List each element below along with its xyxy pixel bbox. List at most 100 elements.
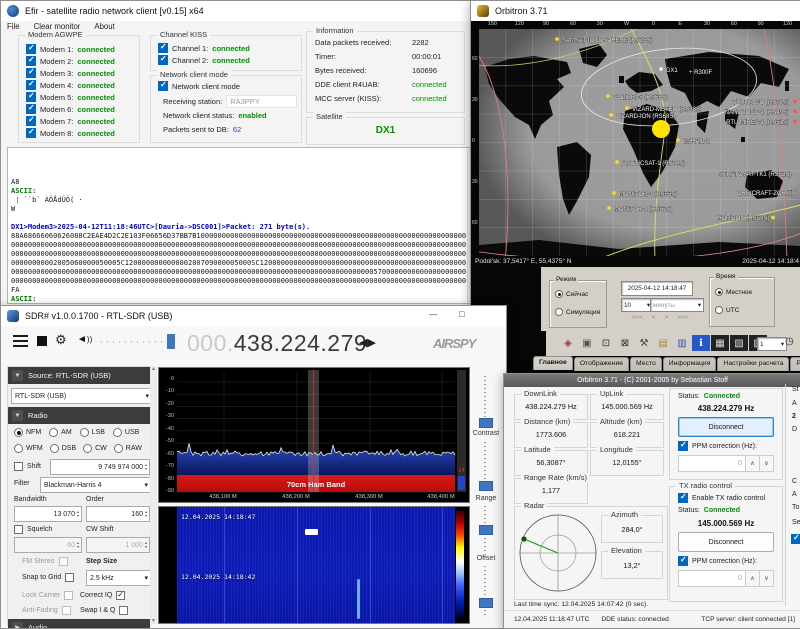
satellite-label[interactable]: VIZARD-METEO (RS38S) xyxy=(632,107,702,113)
modem-checkbox[interactable] xyxy=(26,56,36,66)
spin-up-icon[interactable]: ∧ xyxy=(746,570,760,587)
satellite-dot[interactable] xyxy=(555,37,559,41)
spinner-arrows-icon[interactable]: ▴▾ xyxy=(77,510,79,518)
clock-icon[interactable]: ◷ xyxy=(785,336,794,347)
demod-mode-radio[interactable]: RAW xyxy=(114,444,142,453)
tx-disconnect-button[interactable]: Disconnect xyxy=(678,532,774,552)
packet-monitor[interactable]: A8ASCII: ¦ ``b` ÀÓÅdÚÓ( ·W DX1>Modem3>20… xyxy=(7,147,472,304)
map-toolbar-icon[interactable]: ▧ xyxy=(730,335,748,351)
frequency-step-arrows[interactable]: ◀▶ xyxy=(359,336,376,349)
swap-iq-checkbox[interactable] xyxy=(119,606,128,615)
orbitron-titlebar[interactable]: Orbitron 3.71 xyxy=(471,1,800,21)
spectrum-display[interactable]: 70cm Ham Band 14 xyxy=(158,367,470,503)
anti-fading-checkbox[interactable] xyxy=(62,606,71,615)
satellite-label[interactable]: SAMSAT-IONOSPHERE (RS25S) xyxy=(562,38,653,44)
satellite-dot[interactable] xyxy=(793,100,797,104)
orbitron-tab[interactable]: Отображение xyxy=(574,357,629,371)
stop-button[interactable] xyxy=(37,336,47,346)
correct-iq-checkbox[interactable] xyxy=(116,591,125,600)
demod-mode-radio[interactable]: USB xyxy=(113,428,139,437)
map-toolbar-icon[interactable]: ◈ xyxy=(559,335,577,351)
tx-enable-checkbox[interactable] xyxy=(678,493,688,503)
receiving-station-input[interactable]: RA3PPY xyxy=(226,95,297,108)
time-nav-arrows[interactable]: <<< < > >>> xyxy=(621,314,699,321)
satellite-dot[interactable] xyxy=(771,216,775,220)
map-toolbar-icon[interactable]: ℹ xyxy=(692,335,710,351)
orbitron-tab[interactable]: Информация xyxy=(663,357,717,371)
modem-checkbox[interactable] xyxy=(26,68,36,78)
squelch-checkbox[interactable] xyxy=(14,525,23,534)
frequency-display[interactable]: 000.438.224.279 xyxy=(187,330,367,357)
satellite-dot[interactable] xyxy=(615,160,619,164)
orbitron-tab[interactable]: Главное xyxy=(533,356,573,370)
satellite-dot[interactable] xyxy=(793,110,797,114)
modem-checkbox[interactable] xyxy=(26,80,36,90)
cwshift-field[interactable]: 1 000▴▾ xyxy=(86,537,150,553)
shift-checkbox[interactable] xyxy=(14,462,23,471)
shift-field[interactable]: 9 749 974 000▴▾ xyxy=(50,459,150,475)
spinner-arrows-icon[interactable]: ▴▾ xyxy=(145,541,147,549)
demod-mode-radio[interactable]: LSB xyxy=(80,428,105,437)
scroll-up-icon[interactable]: ▲ xyxy=(150,366,157,372)
satellite-dot-dx1[interactable] xyxy=(660,68,663,71)
rx-ppm-spinner[interactable]: 0 ∧ ∨ xyxy=(678,455,774,472)
channel-checkbox[interactable] xyxy=(158,55,168,65)
mode-sim-radio[interactable]: Симуляция xyxy=(555,308,600,316)
menu-item[interactable]: File xyxy=(7,22,20,31)
speaker-icon[interactable]: ◄)) xyxy=(77,334,92,345)
satellite-dot[interactable] xyxy=(612,191,616,195)
panel-scrollbar[interactable]: ▲ ▼ xyxy=(150,366,157,624)
satellite-label[interactable]: MONITOR-4 (RS57S) xyxy=(614,207,672,213)
spin-down-icon[interactable]: ∨ xyxy=(760,455,774,472)
source-combo[interactable]: RTL-SDR (USB)▾ xyxy=(11,388,153,404)
satellite-label[interactable]: ESHAIL-2 xyxy=(683,139,710,145)
mode-now-radio[interactable]: Сейчас xyxy=(555,290,588,298)
step-value-combo[interactable]: 10▾ xyxy=(621,298,653,312)
lock-carrier-checkbox[interactable] xyxy=(64,591,73,600)
map-toolbar-icon[interactable]: ▦ xyxy=(711,335,729,351)
modem-checkbox[interactable] xyxy=(26,116,36,126)
satellite-dot[interactable] xyxy=(793,120,797,124)
map-toolbar-icon[interactable]: ▤ xyxy=(654,335,672,351)
modem-checkbox[interactable] xyxy=(26,92,36,102)
satellite-label[interactable]: RTU MIREA-1 (RS51S) xyxy=(726,120,789,126)
order-field[interactable]: 160▴▾ xyxy=(86,506,150,522)
spinner-arrows-icon[interactable]: ▴▾ xyxy=(145,510,147,518)
waterfall-display[interactable]: 12.04.2025 14:18:47 12.04.2025 14:18:42 xyxy=(158,506,470,624)
time-local-radio[interactable]: Местное xyxy=(715,288,752,296)
frequency-value[interactable]: 438.224.279 xyxy=(234,330,367,356)
satellite-label[interactable]: ORBICRAFT-ZORKIY xyxy=(737,191,796,197)
satellite-label[interactable]: DX1 xyxy=(666,68,678,74)
orbitron-tab[interactable]: Расчет xyxy=(790,357,800,371)
map-toolbar-icon[interactable]: ⊡ xyxy=(597,335,615,351)
rotor-titlebar[interactable]: Orbitron 3.71 - (C) 2001-2005 by Sebasti… xyxy=(504,374,800,387)
satellite-label[interactable]: VIZARD-ION (RS68S) xyxy=(616,114,675,120)
demod-mode-radio[interactable]: CW xyxy=(83,444,107,453)
settings-gear-icon[interactable]: ⚙ xyxy=(55,332,67,348)
scroll-down-icon[interactable]: ▼ xyxy=(150,618,157,624)
minimize-button[interactable]: — xyxy=(429,310,437,319)
offset-slider-handle[interactable] xyxy=(479,598,493,608)
tx-ppm-spinner[interactable]: 0 ∧ ∨ xyxy=(678,570,774,587)
satellite-dot[interactable] xyxy=(609,113,613,117)
modem-checkbox[interactable] xyxy=(26,128,36,138)
rx-ppm-checkbox[interactable] xyxy=(678,441,688,451)
satellite-label[interactable]: NANOZOND-1 (RS49S) xyxy=(725,110,789,116)
fm-stereo-checkbox[interactable] xyxy=(59,557,68,566)
squelch-field[interactable]: 60▴▾ xyxy=(14,537,82,553)
satellite-label[interactable]: STRATOSAT-TK1 (RS52S) xyxy=(719,172,791,178)
orbitron-tab[interactable]: Настройки расчета xyxy=(717,357,789,371)
menu-icon[interactable] xyxy=(13,335,28,347)
channel-checkbox[interactable] xyxy=(158,43,168,53)
satellite-dot[interactable] xyxy=(606,94,610,98)
map-toolbar-icon[interactable]: ▥ xyxy=(673,335,691,351)
snap-checkbox[interactable] xyxy=(65,573,74,582)
satellite-label[interactable]: COLIBRI-S (RS65S) xyxy=(613,95,668,101)
network-mode-checkbox[interactable] xyxy=(158,81,168,91)
satellite-label[interactable]: TUSUR GO (RS78S) xyxy=(733,100,789,106)
step-unit-combo[interactable]: минуты▾ xyxy=(650,298,704,312)
spinner-arrows-icon[interactable]: ▴▾ xyxy=(145,463,147,471)
spinner-arrows-icon[interactable]: ▴▾ xyxy=(77,541,79,549)
audio-header[interactable]: ▶ Audio xyxy=(8,619,150,629)
satellite-dot[interactable] xyxy=(676,138,680,142)
